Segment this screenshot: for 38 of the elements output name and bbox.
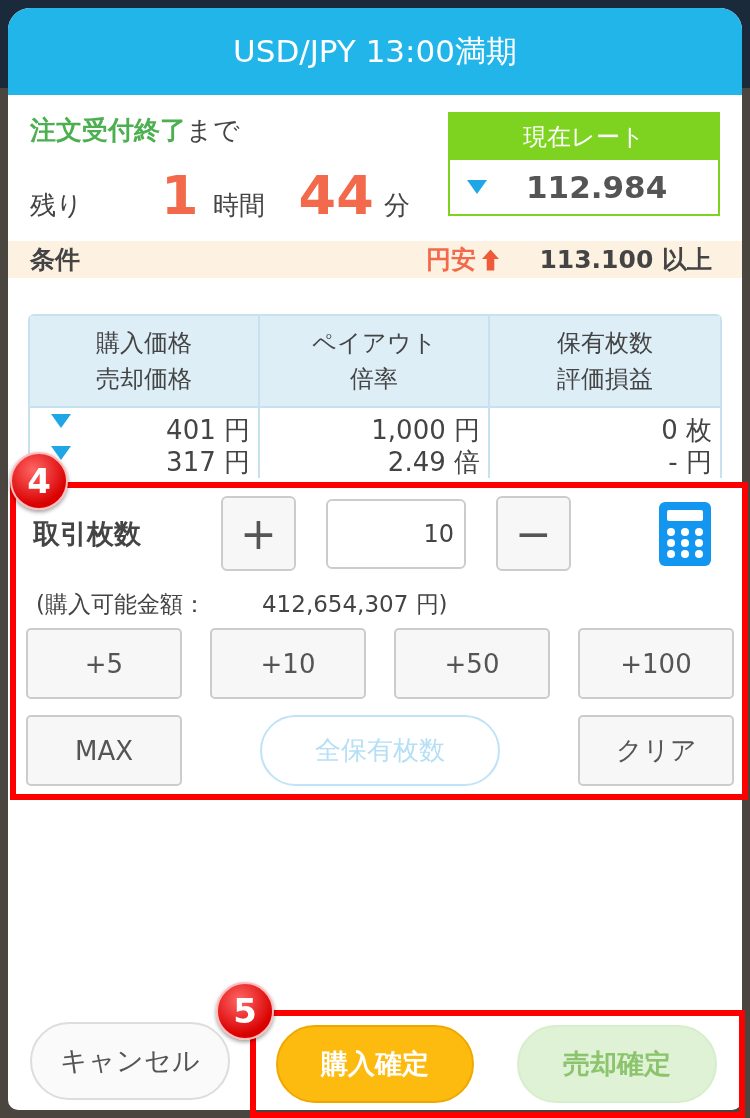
- table-cell: - 円: [668, 446, 712, 478]
- quick-button[interactable]: クリア: [578, 715, 734, 786]
- quick-button[interactable]: +100: [578, 628, 734, 699]
- hours-value: 1: [161, 164, 199, 227]
- column-header: 保有枚数 評価損益: [490, 316, 720, 408]
- table-cell: 0 枚: [661, 414, 712, 446]
- hours-unit: 時間: [212, 189, 265, 222]
- decrement-button[interactable]: −: [496, 496, 571, 571]
- calculator-icon[interactable]: [659, 501, 711, 566]
- quick-button[interactable]: +10: [210, 628, 366, 699]
- condition-direction: 円安: [426, 244, 477, 276]
- minutes-value: 44: [298, 164, 374, 227]
- quick-button[interactable]: +5: [26, 628, 182, 699]
- cancel-button[interactable]: キャンセル: [30, 1022, 230, 1100]
- table-cell: 401 円: [166, 414, 250, 446]
- condition-label: 条件: [30, 244, 80, 276]
- condition-threshold: 113.100 以上: [539, 244, 712, 276]
- column-header: ペイアウト 倍率: [260, 316, 490, 408]
- callout-badge: 5: [216, 982, 274, 1040]
- available-amount: 412,654,307 円): [262, 591, 448, 617]
- table-cell: 317 円: [166, 446, 250, 478]
- rate-label: 現在レート: [450, 114, 718, 160]
- increment-button[interactable]: +: [221, 496, 296, 571]
- quick-button[interactable]: MAX: [26, 715, 182, 786]
- remaining-label: 残り: [30, 189, 83, 222]
- available-label: (購入可能金額：: [36, 591, 206, 617]
- table-cell: 1,000 円: [371, 414, 480, 446]
- dialog-title: USD/JPY 13:00満期: [8, 8, 742, 95]
- table-cell: 2.49 倍: [387, 446, 480, 478]
- quantity-field[interactable]: 10: [326, 498, 466, 569]
- quick-button[interactable]: +50: [394, 628, 550, 699]
- minutes-unit: 分: [383, 189, 410, 222]
- callout-badge: 4: [10, 452, 68, 510]
- column-header: 購入価格 売却価格: [30, 316, 260, 408]
- rate-value: 112.984: [526, 169, 668, 205]
- quantity-label: 取引枚数: [32, 516, 142, 551]
- deadline-suffix: まで: [186, 115, 240, 145]
- deadline-label: 注文受付終了: [30, 115, 186, 145]
